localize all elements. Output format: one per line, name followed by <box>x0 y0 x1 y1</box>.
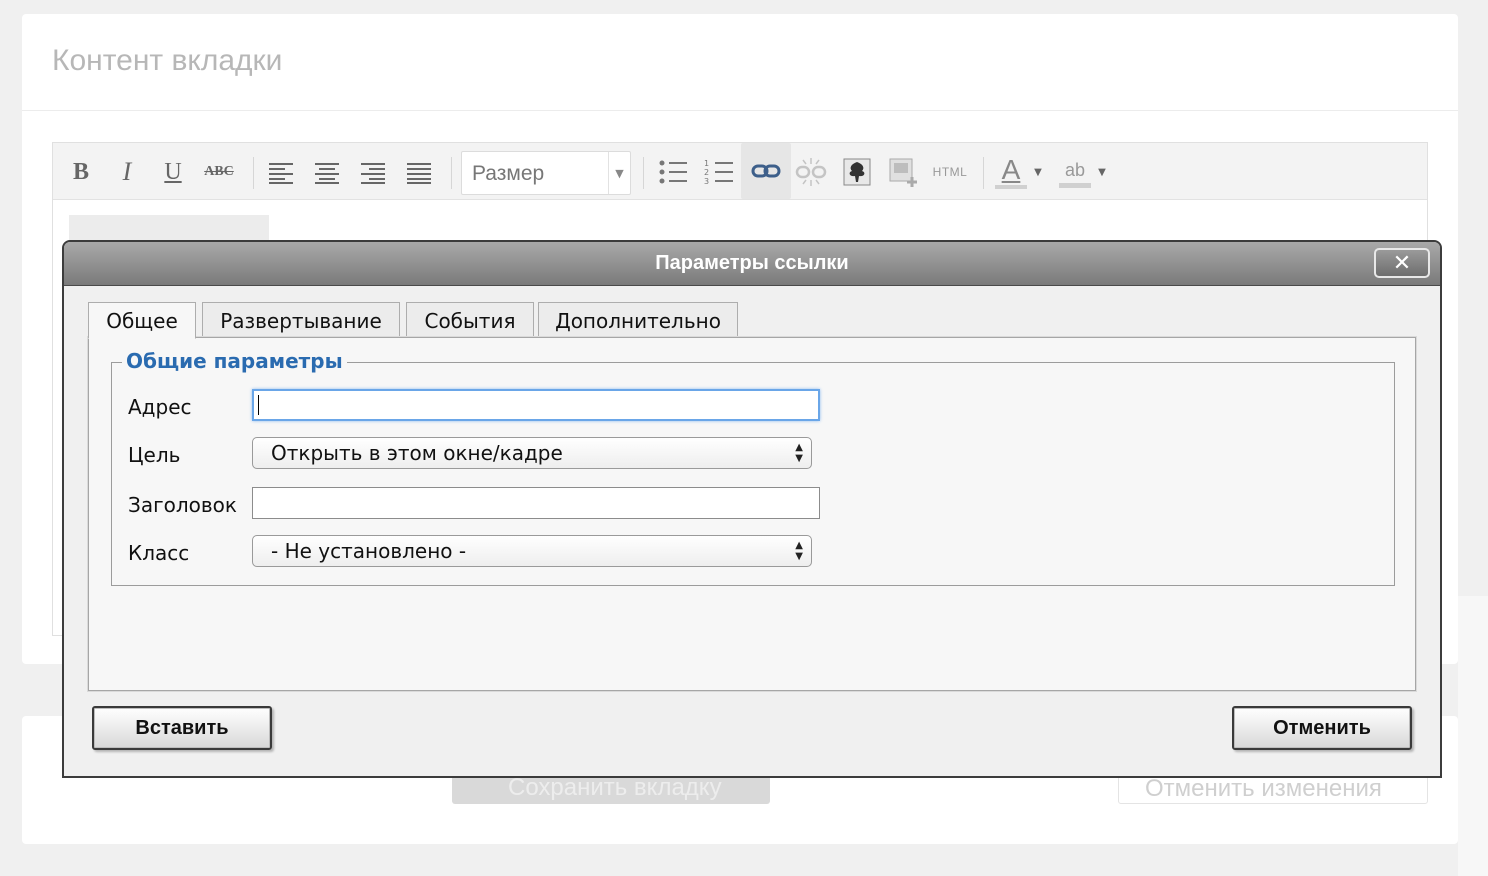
html-source-button[interactable]: HTML <box>927 155 973 189</box>
toolbar-separator <box>451 157 452 189</box>
divider <box>22 110 1458 111</box>
insert-image-icon[interactable] <box>839 155 875 189</box>
svg-text:1: 1 <box>704 159 709 168</box>
class-select[interactable]: - Не установлено - ▲ ▼ <box>252 535 812 567</box>
tab-general[interactable]: Общее <box>88 302 196 339</box>
address-label: Адрес <box>128 395 192 419</box>
text-caret <box>258 395 259 415</box>
select-arrows-icon: ▲ ▼ <box>795 540 803 562</box>
toolbar-separator <box>643 157 644 189</box>
page-edge <box>1458 596 1488 876</box>
dialog-title-bar: Параметры ссылки ✕ <box>64 242 1440 286</box>
tab-panel-general: Общие параметры Адрес Цель Открыть в это… <box>88 337 1416 691</box>
toolbar-separator <box>253 157 254 189</box>
target-label: Цель <box>128 443 181 467</box>
target-value: Открыть в этом окне/кадре <box>271 441 563 465</box>
close-icon[interactable]: ✕ <box>1374 248 1430 278</box>
unlink-icon[interactable] <box>793 155 829 189</box>
bold-button[interactable]: B <box>63 155 99 189</box>
title-input[interactable] <box>252 487 820 519</box>
address-input[interactable] <box>252 389 820 421</box>
chevron-down-icon: ▼ <box>608 152 630 194</box>
select-arrows-icon: ▲ ▼ <box>795 442 803 464</box>
fieldset-legend: Общие параметры <box>122 349 347 373</box>
tab-popup[interactable]: Развертывание <box>202 302 400 338</box>
class-label: Класс <box>128 541 190 565</box>
editor-toolbar: B I U ABC Размер ▼ 1 2 3 HTML A ▼ ab ▼ <box>53 143 1427 200</box>
general-parameters-fieldset: Общие параметры Адрес Цель Открыть в это… <box>111 349 1395 586</box>
target-select[interactable]: Открыть в этом окне/кадре ▲ ▼ <box>252 437 812 469</box>
font-color-letter: A <box>1001 154 1021 185</box>
insert-media-icon[interactable] <box>885 155 921 189</box>
italic-button[interactable]: I <box>109 155 145 189</box>
insert-button[interactable]: Вставить <box>92 706 272 750</box>
insert-link-icon[interactable] <box>741 143 791 199</box>
align-left-icon[interactable] <box>263 155 299 189</box>
align-right-icon[interactable] <box>355 155 391 189</box>
chevron-down-icon[interactable]: ▼ <box>1031 155 1045 189</box>
bullet-list-icon[interactable] <box>655 155 691 189</box>
numbered-list-icon[interactable]: 123 <box>701 155 737 189</box>
font-color-icon[interactable]: A <box>993 155 1029 189</box>
color-bar <box>995 185 1027 189</box>
card-title: Контент вкладки <box>52 44 283 77</box>
cancel-button[interactable]: Отменить <box>1232 706 1412 750</box>
svg-text:3: 3 <box>704 177 709 186</box>
bg-color-letters: ab <box>1064 159 1086 180</box>
underline-button[interactable]: U <box>155 155 191 189</box>
chevron-down-icon[interactable]: ▼ <box>1095 155 1109 189</box>
tab-advanced[interactable]: Дополнительно <box>538 302 738 338</box>
tab-events[interactable]: События <box>406 302 534 338</box>
color-bar <box>1059 182 1091 188</box>
align-center-icon[interactable] <box>309 155 345 189</box>
strikethrough-button[interactable]: ABC <box>199 155 239 189</box>
dialog-title: Параметры ссылки <box>655 252 849 274</box>
background-color-icon[interactable]: ab <box>1057 155 1093 189</box>
title-label: Заголовок <box>128 493 237 517</box>
align-justify-icon[interactable] <box>401 155 437 189</box>
class-value: - Не установлено - <box>271 539 467 563</box>
font-size-select[interactable]: Размер ▼ <box>461 151 631 195</box>
toolbar-separator <box>983 157 984 189</box>
link-parameters-dialog: Параметры ссылки ✕ Общее Развертывание С… <box>62 240 1442 778</box>
svg-text:2: 2 <box>704 168 709 177</box>
font-size-label: Размер <box>472 162 545 185</box>
